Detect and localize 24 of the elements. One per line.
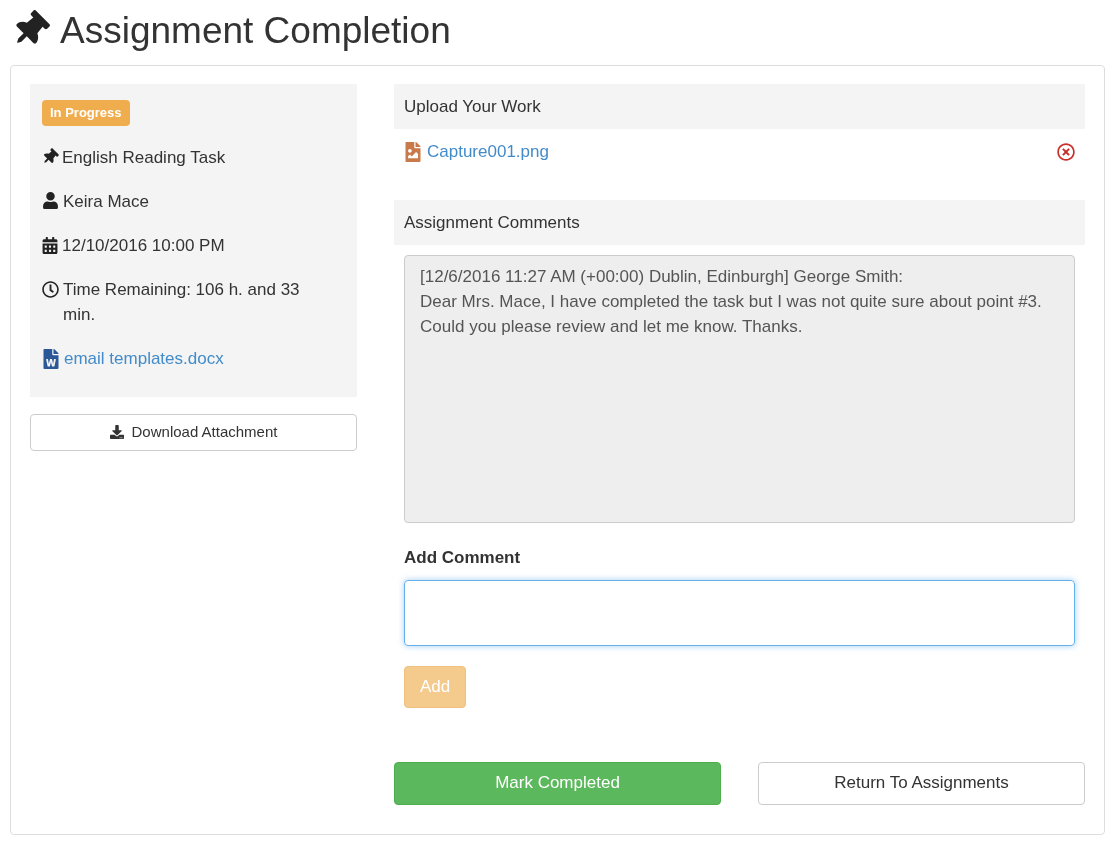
status-label: In Progress <box>42 100 130 126</box>
document-icon <box>42 348 60 369</box>
time-remaining: Time Remaining: 106 h. and 33 min. <box>63 278 301 326</box>
comment-input[interactable] <box>404 579 1075 646</box>
comment-text: Dear Mrs. Mace, I have completed the task but I was not quite sure about point #3. Could you please review and let me know. Thanks. <box>420 291 1043 338</box>
teacher-name: Keira Mace <box>63 190 149 213</box>
due-date: 12/10/2016 10:00 PM <box>62 234 225 257</box>
file-link[interactable]: Capture001.png <box>427 139 549 165</box>
mark-completed-button[interactable]: Mark Completed <box>394 761 721 805</box>
section-header: Assignment Comments <box>394 200 1085 245</box>
download-button[interactable]: Download Attachment <box>30 413 357 451</box>
person-icon <box>42 191 59 209</box>
add-comment-label: Add Comment <box>404 547 522 569</box>
image-file-icon <box>404 142 422 162</box>
task-name: English Reading Task <box>62 146 226 169</box>
return-button[interactable]: Return To Assignments <box>758 761 1085 805</box>
comment-header: [12/6/2016 11:27 AM (+00:00) Dublin, Edinburgh] George Smith: <box>420 266 905 288</box>
remove-icon[interactable] <box>1057 143 1075 161</box>
download-icon <box>109 425 124 439</box>
page-title: Assignment Completion <box>60 11 451 49</box>
attachment-link[interactable]: email templates.docx <box>64 345 224 371</box>
clock-icon <box>42 280 59 298</box>
calendar-icon <box>42 236 58 254</box>
section-header: Upload Your Work <box>394 84 1085 129</box>
